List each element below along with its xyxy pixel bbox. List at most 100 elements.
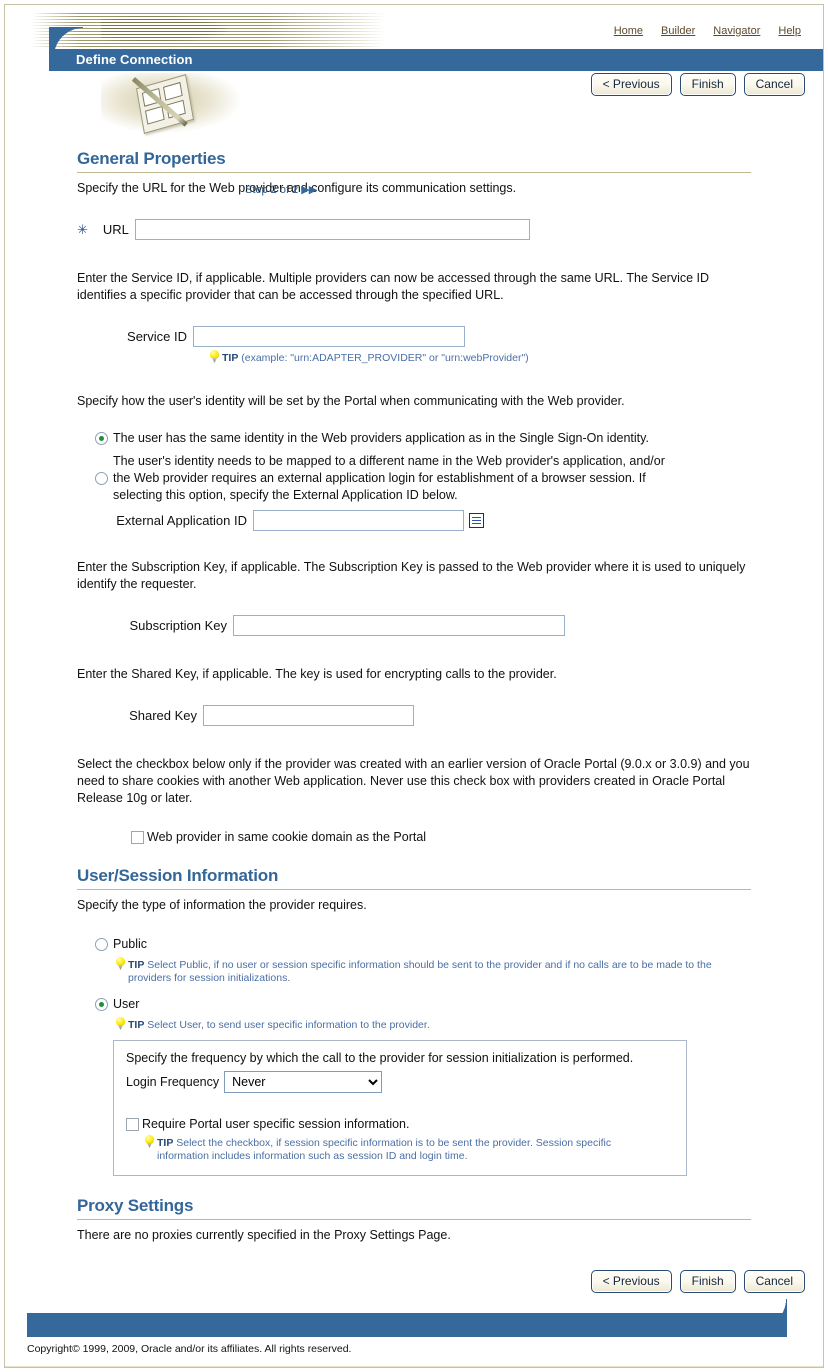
public-option-row[interactable]: Public xyxy=(95,936,805,953)
public-radio[interactable] xyxy=(95,938,108,951)
user-radio[interactable] xyxy=(95,998,108,1011)
identity-option-1-radio[interactable] xyxy=(95,432,108,445)
identity-option-1-label: The user has the same identity in the We… xyxy=(113,431,649,445)
lightbulb-icon xyxy=(115,1017,126,1032)
session-frequency-intro: Specify the frequency by which the call … xyxy=(126,1051,634,1065)
identity-option-2-row[interactable]: The user's identity needs to be mapped t… xyxy=(95,453,805,504)
global-navigation[interactable]: Home Builder Navigator Help xyxy=(614,25,801,37)
section-divider xyxy=(77,889,751,890)
shared-key-field-row: Shared Key xyxy=(77,705,805,726)
global-link-builder[interactable]: Builder xyxy=(661,25,695,37)
tip-text: (example: "urn:ADAPTER_PROVIDER" or "urn… xyxy=(238,352,529,364)
login-frequency-row: Login Frequency Never Once Per Session A… xyxy=(126,1071,674,1093)
cookie-domain-checkbox-row[interactable]: Web provider in same cookie domain as th… xyxy=(131,829,805,846)
wizard-step-label: Step 2 of 2 xyxy=(245,184,299,196)
copyright-text: Copyright© 1999, 2009, Oracle and/or its… xyxy=(27,1343,352,1355)
section-heading-user-session: User/Session Information xyxy=(77,866,279,885)
subscription-intro-text: Enter the Subscription Key, if applicabl… xyxy=(77,560,746,591)
proxy-settings-text: There are no proxies currently specified… xyxy=(77,1228,451,1242)
global-link-navigator[interactable]: Navigator xyxy=(713,25,760,37)
cancel-button-bottom[interactable]: Cancel xyxy=(743,1270,805,1293)
page-title-bar: Define Connection xyxy=(49,49,823,71)
tip-prefix: TIP xyxy=(128,959,145,971)
external-app-id-input[interactable] xyxy=(253,510,464,531)
user-session-intro-text: Specify the type of information the prov… xyxy=(77,898,367,912)
service-id-input[interactable] xyxy=(193,326,465,347)
login-frequency-label: Login Frequency xyxy=(126,1075,220,1089)
finish-button-top[interactable]: Finish xyxy=(679,73,736,96)
illustration-cell xyxy=(144,105,165,125)
tip-text: Select the checkbox, if session specific… xyxy=(157,1137,612,1162)
service-id-field-row: Service ID xyxy=(77,326,805,347)
lightbulb-icon xyxy=(115,957,126,972)
list-of-values-icon[interactable] xyxy=(469,513,484,528)
tip-prefix: TIP xyxy=(128,1019,145,1031)
cancel-button-top[interactable]: Cancel xyxy=(743,73,805,96)
previous-button-bottom[interactable]: < Previous xyxy=(590,1270,672,1293)
identity-option-2-label: The user's identity needs to be mapped t… xyxy=(113,454,665,502)
tip-text: Select User, to send user specific infor… xyxy=(144,1019,430,1031)
identity-option-1-row[interactable]: The user has the same identity in the We… xyxy=(95,431,805,447)
public-label: Public xyxy=(113,937,148,951)
tip-text: Select Public, if no user or session spe… xyxy=(128,959,712,984)
title-bar-curve xyxy=(49,27,83,57)
page-title: Define Connection xyxy=(76,52,193,67)
page-bottom-rule xyxy=(5,1366,823,1367)
footer-bar-curve xyxy=(757,1299,787,1319)
service-id-label: Service ID xyxy=(127,329,187,344)
shared-key-label: Shared Key xyxy=(129,708,197,723)
section-divider xyxy=(77,172,751,173)
section-divider xyxy=(77,1219,751,1220)
tip-prefix: TIP xyxy=(157,1137,174,1149)
url-input[interactable] xyxy=(134,219,530,240)
global-link-home[interactable]: Home xyxy=(614,25,643,37)
user-label: User xyxy=(113,997,140,1011)
user-option-row[interactable]: User xyxy=(95,996,805,1013)
finish-button-bottom[interactable]: Finish xyxy=(679,1270,736,1293)
previous-button-top[interactable]: < Previous xyxy=(590,73,672,96)
identity-intro-text: Specify how the user's identity will be … xyxy=(77,394,625,408)
require-session-label: Require Portal user specific session inf… xyxy=(142,1117,410,1131)
section-heading-proxy-settings: Proxy Settings xyxy=(77,1196,194,1215)
identity-option-2-radio[interactable] xyxy=(95,472,108,485)
lightbulb-icon xyxy=(144,1135,155,1150)
shared-key-input[interactable] xyxy=(203,705,414,726)
session-settings-box: Specify the frequency by which the call … xyxy=(113,1040,687,1176)
lightbulb-icon xyxy=(209,350,220,365)
required-asterisk-icon: ✳ xyxy=(77,221,88,237)
require-session-checkbox[interactable] xyxy=(126,1117,139,1131)
wizard-step-indicator: Step 2 of 2 ▶▶ xyxy=(245,183,317,196)
tip-prefix: TIP xyxy=(222,352,239,364)
service-id-intro-text: Enter the Service ID, if applicable. Mul… xyxy=(77,271,710,302)
login-frequency-select[interactable]: Never Once Per Session Always xyxy=(224,1071,383,1093)
subscription-key-label: Subscription Key xyxy=(129,618,227,633)
external-app-id-field-row: External Application ID xyxy=(113,510,805,531)
footer-bar xyxy=(27,1299,787,1337)
general-intro-text: Specify the URL for the Web provider and… xyxy=(77,181,517,195)
url-label: URL xyxy=(102,222,129,237)
url-field-row: ✳ URL xyxy=(77,219,805,240)
page-content: General Properties Specify the URL for t… xyxy=(5,149,823,1293)
cookie-domain-checkbox[interactable] xyxy=(131,831,144,844)
toolbar-top[interactable]: < Previous Finish Cancel xyxy=(590,73,805,96)
next-step-arrows-icon: ▶▶ xyxy=(301,184,317,196)
subscription-key-input[interactable] xyxy=(233,615,565,636)
external-app-id-label: External Application ID xyxy=(116,513,247,528)
oracle-logo-wordmark xyxy=(101,16,227,42)
illustration-cell xyxy=(162,81,183,101)
toolbar-bottom[interactable]: < Previous Finish Cancel xyxy=(23,1270,805,1293)
require-session-tip: TIP Select the checkbox, if session spec… xyxy=(144,1135,664,1163)
top-banner: Home Builder Navigator Help xyxy=(5,5,823,49)
subscription-key-field-row: Subscription Key xyxy=(77,615,805,636)
sub-header: Step 2 of 2 ▶▶ < Previous Finish Cancel xyxy=(5,71,823,196)
app-page: Home Builder Navigator Help Define Conne… xyxy=(4,4,824,1368)
service-id-tip: TIP (example: "urn:ADAPTER_PROVIDER" or … xyxy=(209,350,805,365)
section-heading-general-properties: General Properties xyxy=(77,149,226,168)
public-tip: TIP Select Public, if no user or session… xyxy=(115,957,755,985)
wizard-illustration xyxy=(101,73,241,139)
user-tip: TIP Select User, to send user specific i… xyxy=(115,1017,805,1032)
require-session-checkbox-row[interactable]: Require Portal user specific session inf… xyxy=(126,1117,674,1131)
shared-key-intro-text: Enter the Shared Key, if applicable. The… xyxy=(77,667,557,681)
global-link-help[interactable]: Help xyxy=(778,25,801,37)
cookie-domain-label: Web provider in same cookie domain as th… xyxy=(147,830,427,844)
